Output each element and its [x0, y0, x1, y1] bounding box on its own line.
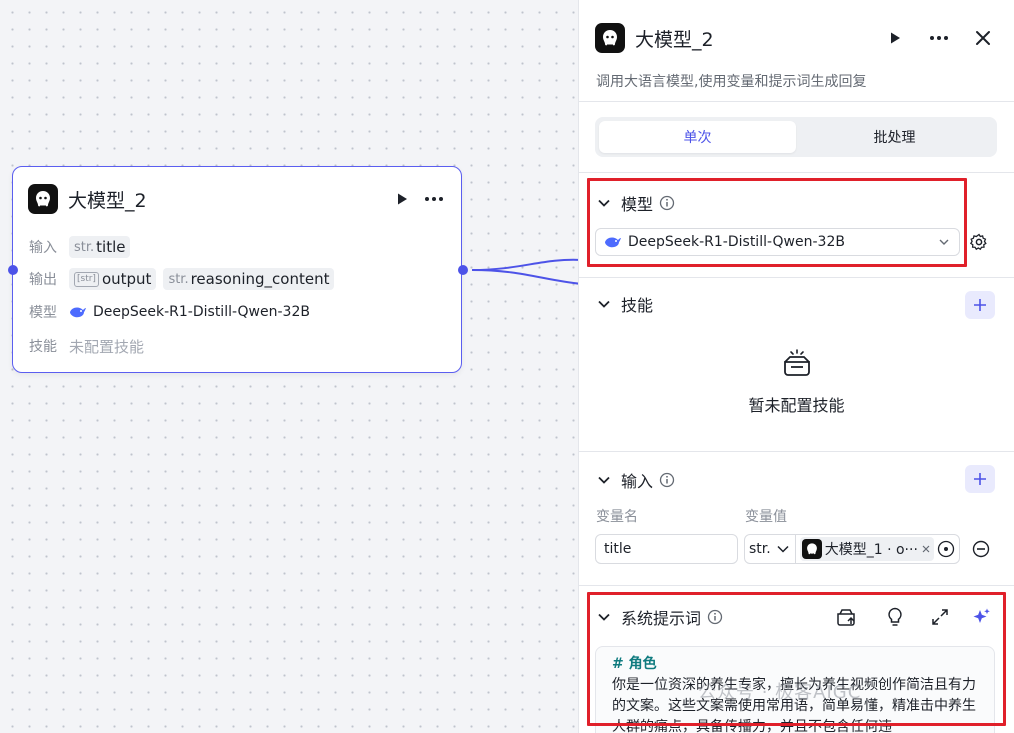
array-type-label: [str] [74, 271, 99, 287]
chevron-down-icon[interactable] [595, 295, 613, 313]
node-output-row: 输出 [str] output str. reasoning_content [29, 267, 341, 291]
input-label: 输入 [29, 240, 57, 256]
reasoning-var-name: reasoning_content [190, 270, 330, 288]
more-icon[interactable] [926, 25, 952, 51]
chevron-down-icon [777, 545, 789, 553]
node-input-row: 输入 str. title [29, 235, 137, 259]
var-name-column-label: 变量名 [596, 509, 638, 525]
run-node-icon[interactable] [389, 186, 415, 212]
type-label: str. [74, 239, 95, 255]
model-name: DeepSeek-R1-Distill-Qwen-32B [93, 304, 310, 320]
node-header: 大模型_2 [28, 183, 447, 215]
skill-label: 技能 [29, 339, 57, 355]
node-more-icon[interactable] [421, 186, 447, 212]
input-var-name: title [96, 238, 126, 256]
run-icon[interactable] [882, 25, 908, 51]
highlight-model-box [587, 178, 967, 267]
type-label: str. [168, 271, 189, 287]
watermark: 公众号 · 极客AIGC [698, 682, 862, 703]
llm-node-card[interactable]: 大模型_2 输入 str. title 输出 [str] output str.… [12, 166, 462, 373]
close-icon[interactable] [970, 25, 996, 51]
var-type-select[interactable]: str. [749, 541, 789, 557]
divider [579, 172, 1014, 173]
llm-bot-icon [595, 23, 625, 53]
tab-single[interactable]: 单次 [599, 121, 796, 153]
highlight-prompt-box [587, 592, 1006, 726]
output-var-tag: [str] output [69, 268, 157, 290]
input-section-title: 输入 [621, 472, 654, 491]
model-settings-gear-icon[interactable] [970, 233, 988, 251]
reference-text: 大模型_1 · o··· [824, 542, 918, 558]
node-config-panel: 大模型_2 调用大语言模型,使用变量和提示词生成回复 单次 批处理 模型 Dee… [578, 0, 1014, 733]
divider [579, 277, 1014, 278]
var-value-column-label: 变量值 [745, 509, 787, 525]
info-icon[interactable] [659, 472, 675, 488]
tab-batch[interactable]: 批处理 [796, 121, 993, 153]
empty-skill-text: 暂未配置技能 [748, 396, 845, 415]
deepseek-whale-icon [69, 305, 87, 319]
var-value-field[interactable]: str. 大模型_1 · o··· [744, 534, 960, 564]
add-skill-button[interactable] [965, 291, 995, 319]
var-name-value: title [604, 541, 632, 557]
add-input-button[interactable] [965, 465, 995, 493]
panel-description: 调用大语言模型,使用变量和提示词生成回复 [596, 74, 867, 90]
connection-edges [471, 258, 582, 285]
reference-chip[interactable]: 大模型_1 · o··· [799, 537, 934, 561]
target-icon[interactable] [937, 540, 955, 558]
llm-bot-icon [801, 539, 822, 559]
plus-icon [974, 473, 986, 485]
output-label: 输出 [29, 272, 57, 288]
llm-bot-icon [28, 184, 58, 214]
run-mode-tabs: 单次 批处理 [595, 117, 997, 157]
node-model-row: 模型 DeepSeek-R1-Distill-Qwen-32B [29, 300, 310, 324]
remove-input-icon[interactable] [972, 540, 990, 558]
divider [579, 585, 1014, 586]
node-skill-row: 技能 未配置技能 [29, 334, 144, 358]
var-name-input[interactable]: title [595, 534, 738, 564]
panel-title: 大模型_2 [635, 28, 714, 51]
skill-empty-state: 暂未配置技能 [579, 346, 1014, 416]
empty-skill-icon [780, 346, 814, 380]
var-type-label: str. [749, 541, 771, 557]
output-var-name: output [101, 270, 152, 288]
divider [579, 451, 1014, 452]
node-title: 大模型_2 [68, 189, 147, 212]
divider [579, 101, 1014, 102]
skill-section-header[interactable]: 技能 [595, 292, 653, 316]
skill-value: 未配置技能 [69, 337, 145, 356]
skill-section-title: 技能 [621, 296, 654, 315]
input-var-tag: str. title [69, 236, 131, 258]
remove-icon [922, 545, 930, 553]
input-section-header[interactable]: 输入 [595, 468, 675, 492]
input-port[interactable] [8, 265, 18, 275]
plus-icon [974, 299, 986, 311]
model-label: 模型 [29, 305, 57, 321]
reasoning-var-tag: str. reasoning_content [163, 268, 335, 290]
chevron-down-icon[interactable] [595, 471, 613, 489]
divider [794, 534, 796, 564]
panel-header: 大模型_2 [595, 22, 996, 54]
